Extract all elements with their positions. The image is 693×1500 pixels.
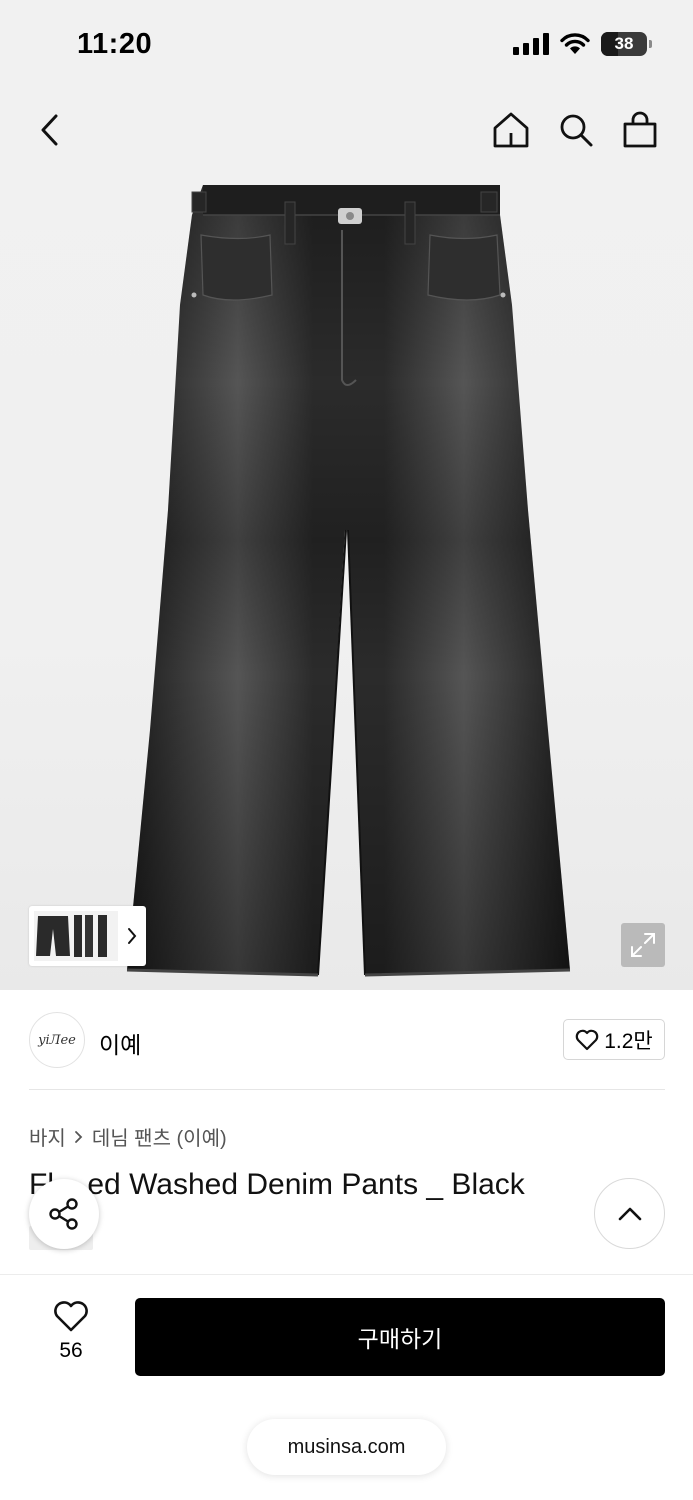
breadcrumb: 바지 데님 팬츠 (이예): [29, 1122, 227, 1151]
thumbnail-images: [34, 911, 118, 961]
expand-icon: [631, 933, 655, 957]
search-icon: [560, 114, 593, 147]
bottom-action-bar: 56 구매하기 musinsa.com: [0, 1274, 693, 1500]
chevron-up-icon: [618, 1207, 641, 1220]
battery-indicator: 38: [601, 32, 652, 56]
status-time: 11:20: [77, 28, 153, 60]
heart-icon: [54, 1301, 88, 1332]
cellular-signal-icon: [513, 33, 549, 55]
battery-percent: 38: [614, 34, 634, 53]
expand-image-button[interactable]: [621, 923, 665, 967]
brand-name[interactable]: 이예: [99, 1026, 141, 1060]
wishlist-count: 56: [59, 1339, 83, 1362]
back-button[interactable]: [30, 110, 70, 150]
buy-button[interactable]: 구매하기: [135, 1298, 665, 1376]
scroll-to-top-button[interactable]: [594, 1178, 665, 1249]
chevron-left-icon: [41, 114, 58, 146]
thumbnail-strip[interactable]: [29, 906, 146, 966]
share-button[interactable]: [29, 1179, 99, 1249]
status-icons: 38: [513, 32, 652, 56]
product-image-jeans: [126, 185, 571, 977]
home-icon: [493, 112, 529, 148]
product-gallery[interactable]: [0, 90, 693, 990]
chevron-right-icon: [74, 1130, 83, 1143]
cart-button[interactable]: [620, 110, 660, 150]
search-button[interactable]: [556, 110, 596, 150]
brand-like-button[interactable]: 1.2만: [563, 1019, 665, 1060]
brand-like-count: 1.2만: [604, 1029, 653, 1053]
heart-icon: [575, 1029, 599, 1050]
breadcrumb-subcategory[interactable]: 데님 팬츠 (이예): [92, 1122, 227, 1151]
battery-cap: [649, 40, 652, 48]
wifi-icon: [560, 33, 590, 54]
chevron-right-icon: [128, 928, 137, 944]
home-button[interactable]: [491, 110, 531, 150]
browser-url-pill[interactable]: musinsa.com: [247, 1419, 446, 1475]
shopping-bag-icon: [623, 111, 657, 148]
breadcrumb-category[interactable]: 바지: [29, 1122, 66, 1151]
status-bar: 11:20 38: [0, 0, 693, 90]
brand-logo[interactable]: yiЛee: [29, 1012, 85, 1068]
brand-row: yiЛee 이예 1.2만: [29, 1010, 665, 1070]
wishlist-button[interactable]: 56: [42, 1301, 100, 1363]
share-icon: [49, 1198, 78, 1230]
section-divider: [29, 1089, 665, 1090]
product-title: Fl__ed Washed Denim Pants _ Black: [29, 1168, 525, 1201]
